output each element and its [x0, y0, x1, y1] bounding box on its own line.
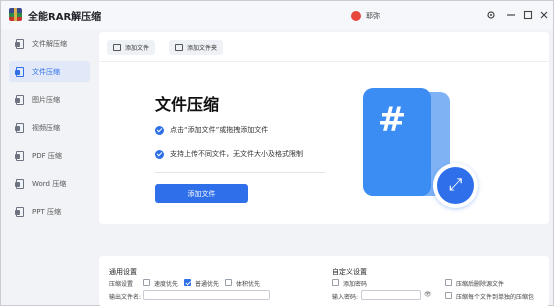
- drop-zone-illustration[interactable]: # ⤢: [361, 85, 491, 210]
- sidebar-item-file-compress[interactable]: 文件压缩: [9, 61, 90, 82]
- eye-icon[interactable]: 👁: [424, 291, 432, 298]
- compress-setting-label: 压缩设置: [109, 281, 134, 288]
- speed-priority-label: 速度优先: [154, 281, 179, 288]
- sidebar-item-ppt-compress[interactable]: PPT 压缩: [9, 201, 90, 222]
- maximize-icon[interactable]: [523, 10, 533, 20]
- normal-priority-checkbox[interactable]: [184, 279, 191, 286]
- normal-priority-label: 普通优先: [195, 281, 220, 288]
- word-icon: [15, 178, 25, 189]
- sidebar-item-label: PDF 压缩: [32, 151, 62, 160]
- app-window: 全能RAR解压缩 耶弥 文件解压缩 文件压缩 图片压缩 视频压缩 PDF 压缩 …: [0, 0, 554, 306]
- close-icon[interactable]: [539, 10, 549, 20]
- add-file-primary-button[interactable]: 添加文件: [155, 184, 248, 203]
- hint-item: 点击“添加文件”或拖拽添加文件: [155, 125, 268, 135]
- sidebar-item-file-decompress[interactable]: 文件解压缩: [9, 33, 90, 54]
- minimize-icon[interactable]: [506, 10, 516, 20]
- check-circle-icon: [155, 149, 164, 159]
- app-logo-icon: [9, 8, 22, 21]
- expand-arrows-icon: ⤢: [437, 167, 474, 204]
- sidebar-item-label: PPT 压缩: [32, 207, 61, 216]
- add-file-label: 添加文件: [125, 45, 150, 52]
- hint-item: 支持上传不同文件，无文件大小及格式限制: [155, 149, 303, 159]
- hint-text: 支持上传不同文件，无文件大小及格式限制: [170, 150, 303, 158]
- file-compress-icon: [15, 66, 25, 77]
- add-file-button[interactable]: 添加文件: [107, 40, 156, 55]
- folder-add-icon: [175, 44, 183, 51]
- check-circle-icon: [155, 125, 164, 135]
- pdf-icon: [15, 150, 25, 161]
- ppt-icon: [15, 206, 25, 217]
- sidebar-item-pdf-compress[interactable]: PDF 压缩: [9, 145, 90, 166]
- page-title: 文件压缩: [155, 95, 220, 114]
- add-password-checkbox[interactable]: [332, 279, 339, 286]
- sidebar-item-label: 文件压缩: [32, 67, 60, 76]
- settings-panel: 通用设置 压缩设置 速度优先 普通优先 体积优先 输出文件名: 自定义设置 添加…: [99, 256, 549, 306]
- sidebar-item-label: Word 压缩: [32, 179, 67, 188]
- video-icon: [15, 122, 25, 133]
- input-password-label: 输入密码:: [332, 294, 359, 301]
- size-priority-label: 体积优先: [236, 281, 261, 288]
- divider: [155, 172, 325, 173]
- separate-archive-checkbox[interactable]: [445, 292, 452, 299]
- custom-settings-title: 自定义设置: [332, 268, 367, 276]
- user-account[interactable]: 耶弥: [351, 9, 380, 23]
- size-priority-checkbox[interactable]: [225, 279, 232, 286]
- separate-archive-label: 压缩每个文件到单独的压缩包: [456, 294, 535, 301]
- add-password-label: 添加密码: [343, 281, 368, 288]
- password-input[interactable]: [361, 290, 421, 300]
- upload-panel: 添加文件 添加文件夹 文件压缩 点击“添加文件”或拖拽添加文件 支持上传不同文件…: [99, 32, 549, 224]
- hash-icon: #: [377, 100, 407, 140]
- app-title: 全能RAR解压缩: [28, 12, 102, 23]
- file-add-icon: [113, 44, 121, 51]
- add-folder-button[interactable]: 添加文件夹: [169, 40, 224, 55]
- output-filename-label: 输出文件名:: [109, 294, 142, 301]
- settings-icon[interactable]: [486, 10, 496, 20]
- sidebar-item-word-compress[interactable]: Word 压缩: [9, 173, 90, 194]
- compress-badge: ⤢: [433, 163, 478, 208]
- general-settings-title: 通用设置: [109, 268, 137, 276]
- sidebar-item-label: 文件解压缩: [32, 39, 67, 48]
- add-folder-label: 添加文件夹: [187, 45, 218, 52]
- speed-priority-checkbox[interactable]: [143, 279, 150, 286]
- title-bar: 全能RAR解压缩 耶弥: [1, 1, 553, 29]
- sidebar-item-label: 图片压缩: [32, 95, 60, 104]
- output-filename-input[interactable]: [143, 290, 270, 300]
- divider: [99, 61, 549, 62]
- document-icon: #: [363, 88, 431, 196]
- sidebar: 文件解压缩 文件压缩 图片压缩 视频压缩 PDF 压缩 Word 压缩 PPT …: [1, 29, 96, 306]
- delete-source-checkbox[interactable]: [445, 279, 452, 286]
- user-name: 耶弥: [366, 12, 380, 20]
- sidebar-item-video-compress[interactable]: 视频压缩: [9, 117, 90, 138]
- delete-source-label: 压缩后删除源文件: [456, 281, 505, 288]
- file-zip-icon: [15, 38, 25, 49]
- avatar: [351, 11, 361, 21]
- image-icon: [15, 94, 25, 105]
- sidebar-item-label: 视频压缩: [32, 123, 60, 132]
- sidebar-item-image-compress[interactable]: 图片压缩: [9, 89, 90, 110]
- hint-text: 点击“添加文件”或拖拽添加文件: [170, 126, 269, 134]
